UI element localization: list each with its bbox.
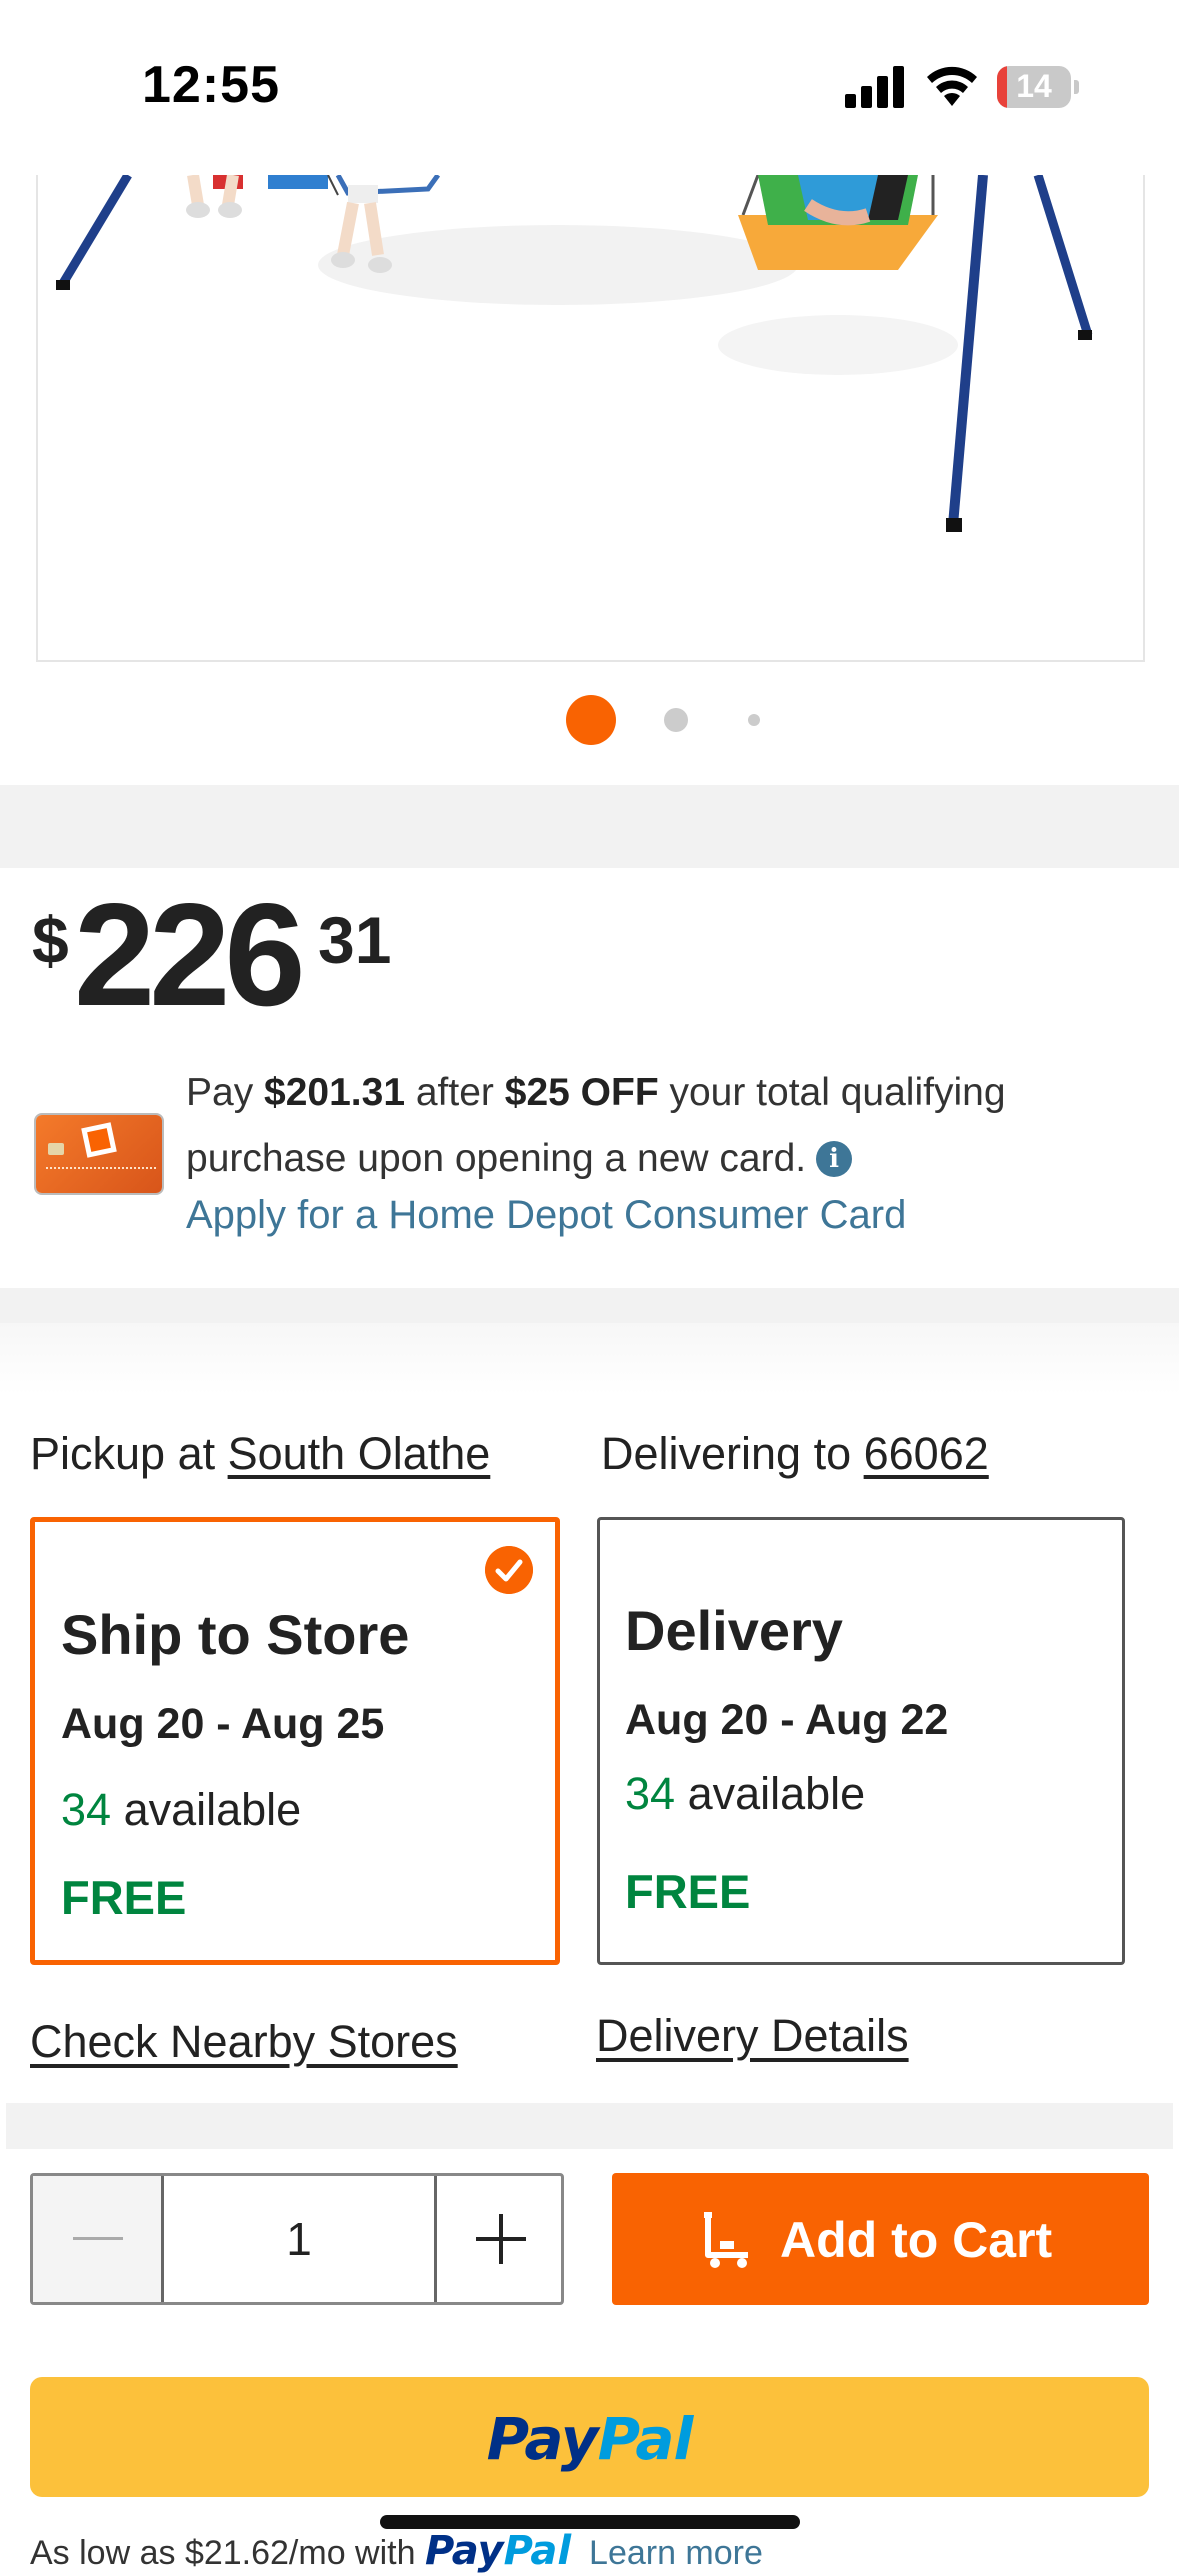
- ship-to-store-price: FREE: [61, 1871, 187, 1924]
- delivery-details-link[interactable]: Delivery Details: [596, 2010, 909, 2062]
- ship-to-store-availability: 34 available: [61, 1784, 302, 1835]
- info-icon[interactable]: i: [816, 1141, 853, 1177]
- delivery-availability: 34 available: [625, 1768, 866, 1819]
- swing-set-illustration: [56, 175, 1093, 532]
- carousel-dots: [0, 695, 1179, 745]
- credit-card-image: [36, 1115, 162, 1193]
- delivery-zip-link[interactable]: 66062: [864, 1428, 989, 1479]
- decrease-quantity-button[interactable]: [33, 2176, 164, 2302]
- delivery-price: FREE: [625, 1865, 751, 1918]
- carousel-dot-1[interactable]: [566, 695, 616, 745]
- paypal-logo: PayPal: [486, 2405, 694, 2473]
- paypal-learn-more-link[interactable]: Learn more: [589, 2534, 763, 2572]
- paypal-button[interactable]: PayPal: [30, 2377, 1149, 2497]
- delivery-dates: Aug 20 - Aug 22: [625, 1696, 949, 1744]
- price-cents: 31: [318, 903, 392, 977]
- add-to-cart-label: Add to Cart: [780, 2212, 1053, 2268]
- checkmark-icon: [485, 1546, 533, 1594]
- quantity-input[interactable]: 1: [164, 2176, 434, 2302]
- card-promo-text: Pay $201.31 after $25 OFF your total qua…: [186, 1071, 1006, 1180]
- ship-to-store-title: Ship to Store: [61, 1603, 410, 1666]
- paypal-inline-logo: PayPal: [424, 2528, 572, 2574]
- delivery-title: Delivery: [625, 1599, 843, 1662]
- section-divider: [6, 2103, 1173, 2149]
- promo-discount: $25 OFF: [504, 1071, 659, 1114]
- pickup-location-label: Pickup at South Olathe: [30, 1428, 491, 1479]
- section-divider-line: [0, 1323, 1179, 1395]
- signal-icon: [845, 66, 904, 108]
- wifi-icon: [927, 66, 977, 106]
- section-divider: [0, 1288, 1179, 1324]
- cart-icon: [704, 2212, 748, 2268]
- quantity-stepper: 1: [30, 2173, 564, 2305]
- promo-price: $201.31: [264, 1071, 406, 1114]
- add-to-cart-button[interactable]: Add to Cart: [612, 2173, 1149, 2305]
- battery-icon: 14: [997, 66, 1079, 108]
- carousel-dot-3[interactable]: [748, 714, 760, 726]
- product-image[interactable]: [36, 175, 1145, 662]
- increase-quantity-button[interactable]: [434, 2176, 564, 2302]
- home-indicator[interactable]: [380, 2515, 800, 2529]
- section-divider: [0, 785, 1179, 868]
- ship-to-store-dates: Aug 20 - Aug 25: [61, 1700, 385, 1748]
- clock: 12:55: [142, 56, 280, 114]
- status-bar: 12:55 14: [0, 0, 1179, 175]
- delivery-option[interactable]: Delivery Aug 20 - Aug 22 34 available FR…: [597, 1517, 1125, 1965]
- price-dollars: 226: [74, 873, 306, 1036]
- battery-level: 14: [1016, 68, 1052, 104]
- price-currency: $: [32, 903, 69, 977]
- pickup-store-link[interactable]: South Olathe: [228, 1428, 491, 1479]
- ship-to-store-option[interactable]: Ship to Store Aug 20 - Aug 25 34 availab…: [30, 1517, 560, 1965]
- paypal-financing-text: As low as $21.62/mo with PayPal Learn mor…: [30, 2528, 763, 2574]
- delivery-location-label: Delivering to 66062: [601, 1428, 989, 1479]
- carousel-dot-2[interactable]: [664, 708, 688, 732]
- apply-card-link[interactable]: Apply for a Home Depot Consumer Card: [186, 1193, 906, 1238]
- check-nearby-stores-link[interactable]: Check Nearby Stores: [30, 2016, 458, 2068]
